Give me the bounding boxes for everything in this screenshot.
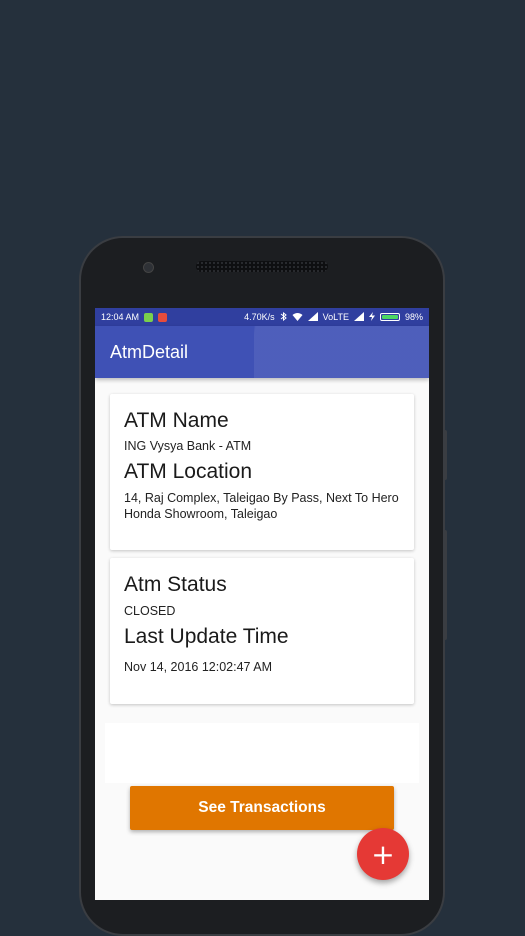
app-bar-sheen: [254, 326, 429, 378]
power-button: [443, 530, 447, 640]
charging-icon: [368, 311, 375, 323]
plus-icon: +: [371, 837, 395, 871]
battery-percent: 98%: [404, 312, 423, 322]
atm-location-value: 14, Raj Complex, Taleigao By Pass, Next …: [124, 490, 399, 521]
see-transactions-button[interactable]: See Transactions: [130, 786, 394, 830]
notification-icon: [144, 312, 154, 322]
network-speed: 4.70K/s: [244, 312, 275, 322]
network-type: VoLTE: [322, 312, 349, 322]
bluetooth-icon: [280, 311, 287, 323]
front-camera: [143, 262, 154, 273]
atm-status-card: Atm Status CLOSED Last Update Time Nov 1…: [110, 558, 414, 704]
battery-icon: [379, 313, 400, 321]
signal-icon-2: [353, 311, 364, 323]
phone-screen: 12:04 AM 4.70K/s VoLTE 98% AtmDetail ATM…: [95, 308, 429, 900]
atm-name-heading: ATM Name: [124, 409, 229, 432]
earpiece-speaker: [196, 261, 328, 272]
status-time: 12:04 AM: [101, 312, 140, 322]
atm-status-value: CLOSED: [124, 604, 176, 619]
signal-icon: [307, 311, 318, 323]
app-title: AtmDetail: [110, 341, 189, 362]
atm-name-value: ING Vysya Bank - ATM: [124, 439, 252, 454]
status-bar: 12:04 AM 4.70K/s VoLTE 98%: [95, 308, 429, 326]
volume-button: [443, 430, 447, 480]
atm-location-heading: ATM Location: [124, 460, 252, 484]
app-bar: AtmDetail: [95, 326, 429, 378]
atm-info-card: ATM Name ING Vysya Bank - ATM ATM Locati…: [110, 394, 414, 550]
wifi-icon: [292, 312, 303, 323]
last-update-value: Nov 14, 2016 12:02:47 AM: [124, 659, 273, 674]
youtube-icon: [158, 312, 168, 322]
content-area: [105, 723, 419, 783]
last-update-heading: Last Update Time: [124, 625, 289, 649]
atm-status-heading: Atm Status: [124, 573, 227, 596]
add-fab-button[interactable]: +: [357, 828, 409, 880]
